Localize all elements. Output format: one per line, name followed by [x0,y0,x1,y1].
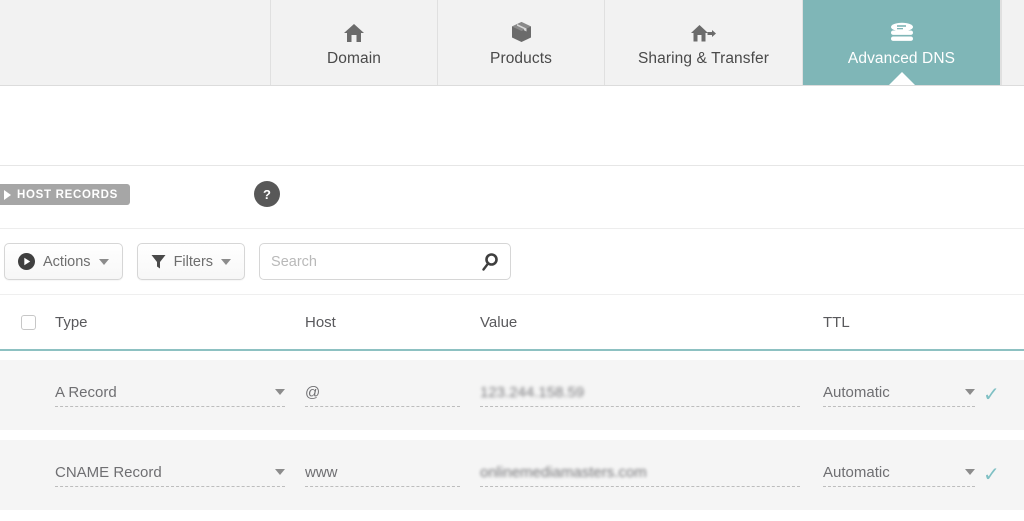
house-transfer-icon [690,17,717,43]
chevron-down-icon [275,389,285,395]
select-all-cell [0,314,55,330]
chevron-down-icon [275,469,285,475]
records-table-header: Type Host Value TTL [0,295,1024,351]
tab-sharing-transfer-label: Sharing & Transfer [637,50,770,67]
save-check-icon[interactable]: ✓ [983,464,1000,486]
row-ttl-cell: Automatic [823,464,983,487]
chevron-down-icon [98,258,109,265]
row-ttl-cell: Automatic [823,384,983,407]
record-ttl-dropdown[interactable]: Automatic [823,384,975,407]
table-row[interactable]: A Record @ 123.244.158.59 Automatic ✓ [0,360,1024,431]
row-type-cell: A Record [55,384,305,407]
search-icon[interactable] [482,252,499,271]
record-host-input[interactable]: @ [305,384,460,407]
host-records-help-icon[interactable]: ? [254,181,280,207]
tab-advanced-dns-label: Advanced DNS [847,50,956,67]
records-toolbar: Actions Filters [0,229,1024,295]
search-box[interactable] [259,243,512,280]
record-host-value: www [305,463,338,481]
dns-templates-section: DNS TEMPLATES ? Choose DNS Template [0,86,1024,226]
domain-tab-bar: Domain Products Sharing & Transfer Advan… [0,0,1024,86]
record-type-dropdown[interactable]: A Record [55,384,285,407]
tab-sharing-transfer[interactable]: Sharing & Transfer [605,0,803,85]
actions-button-label: Actions [43,253,91,270]
save-check-icon[interactable]: ✓ [983,384,1000,406]
row-separator [0,351,1024,360]
select-all-checkbox[interactable] [21,314,36,330]
column-header-type: Type [55,313,88,331]
chevron-down-icon [221,258,232,265]
record-value-value: onlinemediamasters.com [480,463,647,481]
chevron-down-icon [965,469,975,475]
host-records-tag[interactable]: HOST RECORDS [0,184,131,205]
record-ttl-value: Automatic [823,383,890,401]
record-host-input[interactable]: www [305,464,460,487]
record-value-value: 123.244.158.59 [480,383,585,401]
record-host-value: @ [305,383,321,401]
row-host-cell: @ [305,384,480,407]
advanced-dns-page: Domain Products Sharing & Transfer Advan… [0,0,1024,521]
search-input[interactable] [271,253,472,270]
server-stack-icon [888,17,916,43]
record-type-value: CNAME Record [55,463,162,481]
row-host-cell: www [305,464,480,487]
tab-advanced-dns[interactable]: Advanced DNS [803,0,1001,85]
row-save-cell: ✓ [983,465,1024,486]
record-type-dropdown[interactable]: CNAME Record [55,464,285,487]
table-row[interactable]: CNAME Record www onlinemediamasters.com … [0,440,1024,511]
tab-products[interactable]: Products [438,0,605,85]
filters-button[interactable]: Filters [136,243,246,280]
row-type-cell: CNAME Record [55,464,305,487]
column-header-value: Value [480,313,518,331]
row-separator [0,431,1024,440]
actions-button[interactable]: Actions [4,243,123,280]
house-icon [343,17,365,43]
tab-products-label: Products [490,50,552,67]
tab-domain-label: Domain [326,50,381,67]
play-circle-icon [18,253,35,270]
funnel-icon [151,254,166,270]
record-type-value: A Record [55,383,117,401]
tabbar-right-spacer [1001,0,1024,85]
host-records-help-label: ? [263,186,271,202]
box-icon [511,17,532,43]
host-records-tag-label: HOST RECORDS [17,188,119,201]
record-value-input[interactable]: 123.244.158.59 [480,384,800,407]
record-ttl-value: Automatic [823,463,890,481]
tabbar-left-spacer [0,0,271,85]
tab-domain[interactable]: Domain [271,0,438,85]
record-value-input[interactable]: onlinemediamasters.com [480,464,800,487]
chevron-down-icon [965,389,975,395]
filters-button-label: Filters [173,253,214,270]
column-header-ttl: TTL [823,313,850,331]
column-header-host: Host [305,313,336,331]
row-save-cell: ✓ [983,385,1024,406]
host-records-section: HOST RECORDS ? [0,166,1024,229]
expand-triangle-icon [4,189,11,200]
record-ttl-dropdown[interactable]: Automatic [823,464,975,487]
row-value-cell: onlinemediamasters.com [480,464,823,487]
row-value-cell: 123.244.158.59 [480,384,823,407]
